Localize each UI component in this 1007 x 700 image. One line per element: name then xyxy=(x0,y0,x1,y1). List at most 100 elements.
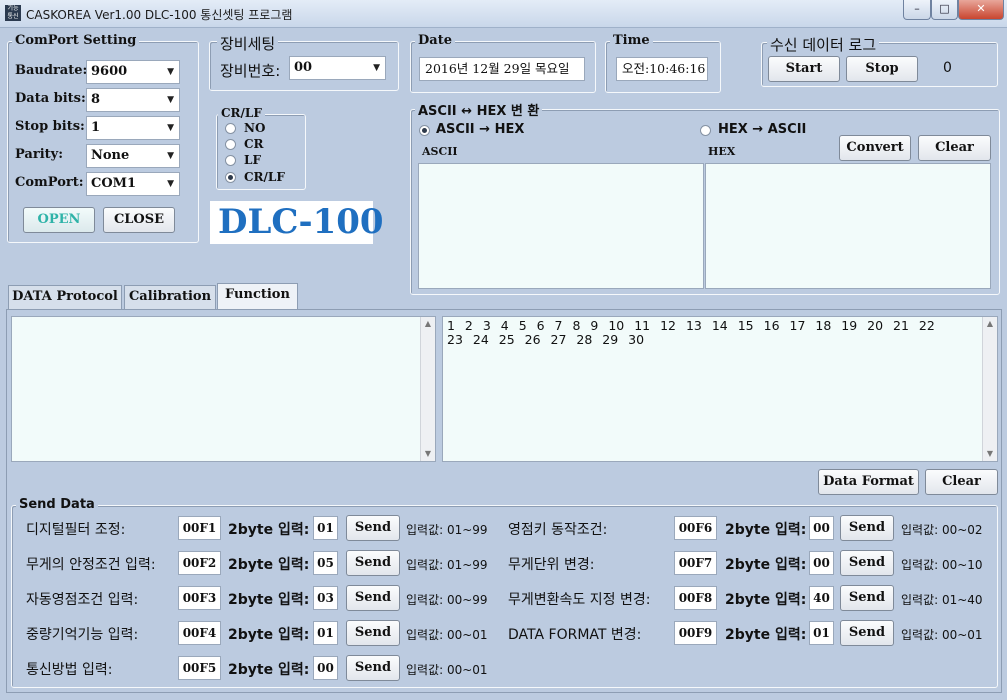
send-row-code: 00F9 xyxy=(674,621,717,645)
ascii-textarea[interactable] xyxy=(418,163,704,289)
send-row-range: 입력값: 00~01 xyxy=(901,628,983,642)
comport-select[interactable]: COM1 ▼ xyxy=(86,172,180,196)
send-row-value-input[interactable]: 01 xyxy=(313,621,338,645)
send-button[interactable]: Send xyxy=(346,620,400,646)
two-byte-label: 2byte 입력: xyxy=(228,592,310,608)
crlf-option-no: NO xyxy=(244,121,266,135)
open-button[interactable]: OPEN xyxy=(23,207,95,233)
device-id-select[interactable]: 00 ▼ xyxy=(289,56,386,80)
send-row-value-input[interactable]: 00 xyxy=(809,516,834,540)
send-row-label: 무게변환속도 지정 변경: xyxy=(508,592,651,608)
send-row-label: 디지털필터 조정: xyxy=(26,522,126,538)
two-byte-label: 2byte 입력: xyxy=(228,662,310,678)
send-row-code: 00F1 xyxy=(178,516,221,540)
databits-label: Data bits: xyxy=(15,91,86,106)
left-scrollbar[interactable]: ▲ ▼ xyxy=(420,317,435,461)
databits-select[interactable]: 8 ▼ xyxy=(86,88,180,112)
send-button[interactable]: Send xyxy=(346,515,400,541)
scroll-up-icon[interactable]: ▲ xyxy=(983,317,997,331)
parity-value: None xyxy=(91,148,130,163)
send-row-range: 입력값: 00~01 xyxy=(406,663,488,677)
maximize-icon[interactable]: □ xyxy=(931,0,958,20)
ascii-to-hex-radio[interactable] xyxy=(419,125,430,136)
send-row-code: 00F4 xyxy=(178,621,221,645)
log-stop-button[interactable]: Stop xyxy=(846,56,918,82)
scroll-up-icon[interactable]: ▲ xyxy=(421,317,435,331)
date-title: Date xyxy=(415,33,455,48)
convert-title: ASCII ↔ HEX 변 환 xyxy=(415,100,543,119)
parity-select[interactable]: None ▼ xyxy=(86,144,180,168)
two-byte-label: 2byte 입력: xyxy=(725,557,807,573)
send-button[interactable]: Send xyxy=(840,550,894,576)
send-row-code: 00F6 xyxy=(674,516,717,540)
two-byte-label: 2byte 입력: xyxy=(725,592,807,608)
two-byte-label: 2byte 입력: xyxy=(725,522,807,538)
crlf-option-lf: LF xyxy=(244,153,261,167)
response-line-1: 1 2 3 4 5 6 7 8 9 10 11 12 13 14 15 16 1… xyxy=(447,318,935,333)
send-row-label: DATA FORMAT 변경: xyxy=(508,627,642,643)
crlf-option-crlf: CR/LF xyxy=(244,170,285,184)
send-button[interactable]: Send xyxy=(840,585,894,611)
send-row-range: 입력값: 01~40 xyxy=(901,593,983,607)
crlf-radio-crlf[interactable] xyxy=(225,172,236,183)
send-button[interactable]: Send xyxy=(346,585,400,611)
send-row-value-input[interactable]: 40 xyxy=(809,586,834,610)
send-row-range: 입력값: 00~99 xyxy=(406,593,488,607)
databits-value: 8 xyxy=(91,92,101,107)
hex-textarea[interactable] xyxy=(705,163,991,289)
send-row-label: 자동영점조건 입력: xyxy=(26,592,139,608)
hex-to-ascii-radio[interactable] xyxy=(700,125,711,136)
close-button[interactable]: CLOSE xyxy=(103,207,175,233)
minimize-icon[interactable]: – xyxy=(903,0,931,20)
command-textarea[interactable] xyxy=(11,316,436,462)
chevron-down-icon: ▼ xyxy=(373,63,380,73)
send-row-range: 입력값: 00~02 xyxy=(901,523,983,537)
send-button[interactable]: Send xyxy=(346,550,400,576)
send-row-value-input[interactable]: 01 xyxy=(313,516,338,540)
send-row-value-input[interactable]: 05 xyxy=(313,551,338,575)
crlf-title: CR/LF xyxy=(218,106,265,120)
send-button[interactable]: Send xyxy=(346,655,400,681)
send-row-value-input[interactable]: 01 xyxy=(809,621,834,645)
parity-label: Parity: xyxy=(15,147,63,162)
send-button[interactable]: Send xyxy=(840,515,894,541)
hex-to-ascii-label: HEX → ASCII xyxy=(718,122,807,137)
crlf-radio-cr[interactable] xyxy=(225,139,236,150)
crlf-radio-lf[interactable] xyxy=(225,155,236,166)
comport-label: ComPort: xyxy=(15,175,84,190)
crlf-option-cr: CR xyxy=(244,137,264,151)
chevron-down-icon: ▼ xyxy=(167,151,174,161)
response-line-2: 23 24 25 26 27 28 29 30 xyxy=(447,332,645,347)
output-clear-button[interactable]: Clear xyxy=(925,469,998,495)
tab-calibration[interactable]: Calibration xyxy=(124,285,216,309)
send-button[interactable]: Send xyxy=(840,620,894,646)
baudrate-label: Baudrate: xyxy=(15,63,88,78)
device-id-label: 장비번호: xyxy=(220,62,281,80)
send-row-range: 입력값: 01~99 xyxy=(406,558,488,572)
convert-clear-button[interactable]: Clear xyxy=(918,135,991,161)
scroll-down-icon[interactable]: ▼ xyxy=(421,447,435,461)
crlf-radio-no[interactable] xyxy=(225,123,236,134)
scroll-down-icon[interactable]: ▼ xyxy=(983,447,997,461)
close-icon[interactable]: ✕ xyxy=(958,0,1004,20)
two-byte-label: 2byte 입력: xyxy=(228,627,310,643)
send-row-range: 입력값: 00~01 xyxy=(406,628,488,642)
send-row-range: 입력값: 00~10 xyxy=(901,558,983,572)
baudrate-select[interactable]: 9600 ▼ xyxy=(86,60,180,84)
chevron-down-icon: ▼ xyxy=(167,67,174,77)
ascii-header: ASCII xyxy=(422,145,458,158)
stopbits-select[interactable]: 1 ▼ xyxy=(86,116,180,140)
send-row-label: 무게단위 변경: xyxy=(508,557,595,573)
two-byte-label: 2byte 입력: xyxy=(228,557,310,573)
right-scrollbar[interactable]: ▲ ▼ xyxy=(982,317,997,461)
send-row-value-input[interactable]: 03 xyxy=(313,586,338,610)
send-row-value-input[interactable]: 00 xyxy=(313,656,338,680)
chevron-down-icon: ▼ xyxy=(167,123,174,133)
tab-data-protocol[interactable]: DATA Protocol xyxy=(8,285,122,309)
log-start-button[interactable]: Start xyxy=(768,56,840,82)
send-row-value-input[interactable]: 00 xyxy=(809,551,834,575)
time-field: 오전:10:46:16 xyxy=(616,57,708,81)
tab-function[interactable]: Function xyxy=(217,283,298,310)
data-format-button[interactable]: Data Format xyxy=(818,469,919,495)
convert-button[interactable]: Convert xyxy=(839,135,911,161)
